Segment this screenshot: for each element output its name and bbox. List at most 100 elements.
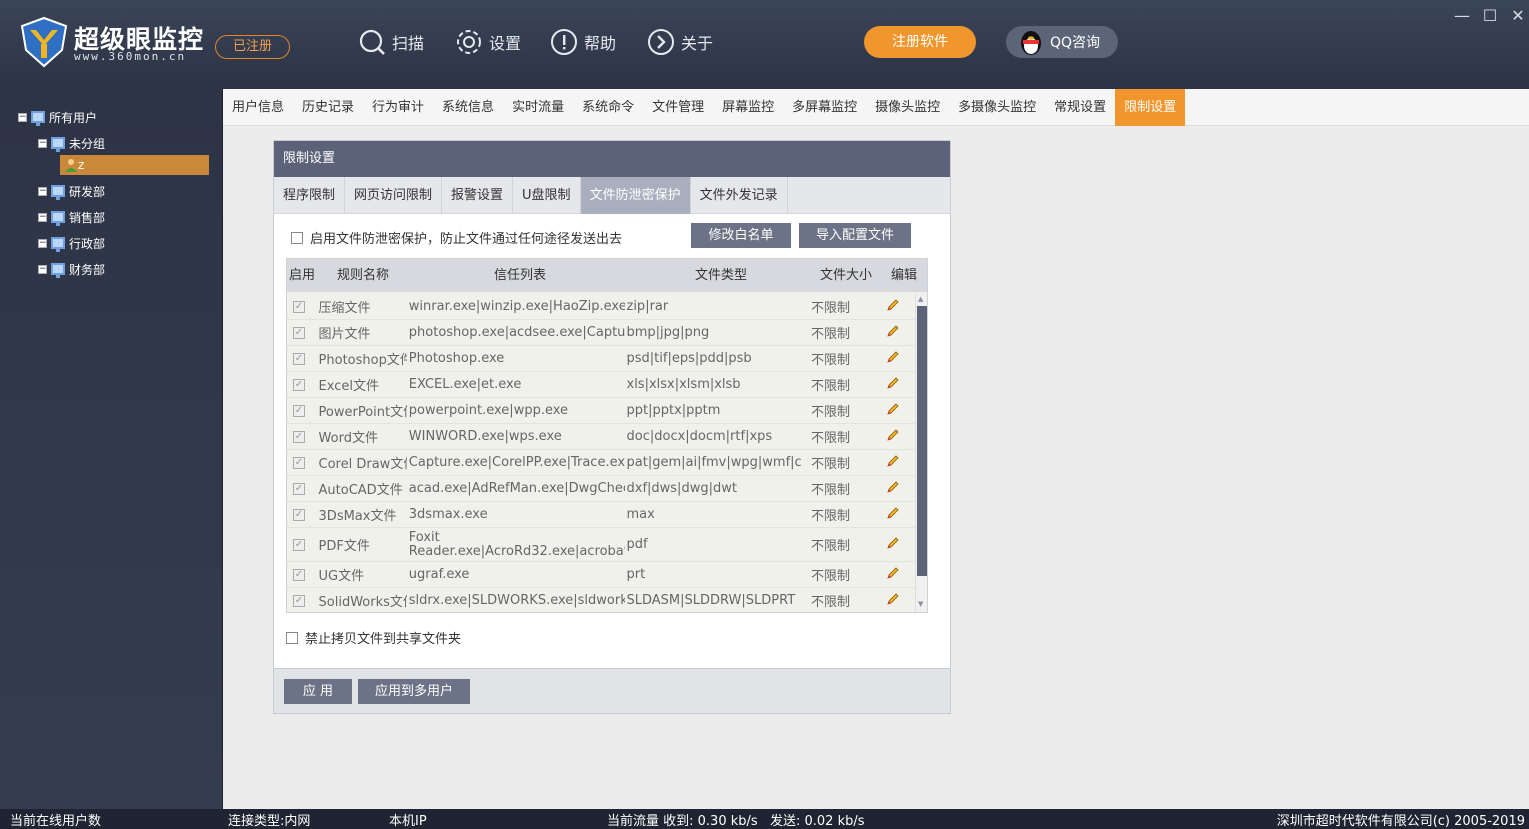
copyright: 深圳市超时代软件有限公司(c) 2005-2019 <box>1276 814 1525 829</box>
rule-enable-checkbox[interactable]: ✓ <box>293 508 305 521</box>
pencil-edit-icon[interactable] <box>886 480 900 494</box>
import-config-button[interactable]: 导入配置文件 <box>799 223 911 248</box>
sub-tab-3[interactable]: U盘限制 <box>513 177 581 214</box>
table-row[interactable]: ✓ Corel Draw文件 Capture.exe|CorelPP.exe|Tra… <box>287 450 915 476</box>
apply-to-multiple-users-button[interactable]: 应用到多用户 <box>358 679 470 704</box>
rule-enable-checkbox[interactable]: ✓ <box>293 352 305 365</box>
tree-node-user-z[interactable]: z <box>64 155 84 175</box>
settings-button[interactable]: 设置 <box>455 26 521 58</box>
rule-enable-checkbox[interactable]: ✓ <box>293 456 305 469</box>
maximize-button[interactable]: ☐ <box>1480 6 1500 26</box>
pencil-edit-icon[interactable] <box>886 536 900 550</box>
rule-enable-checkbox[interactable]: ✓ <box>293 538 305 551</box>
table-row[interactable]: ✓ Word文件 WINWORD.exe|wps.exe doc|docx|docm|… <box>287 424 915 450</box>
rule-enable-checkbox[interactable]: ✓ <box>293 300 305 313</box>
main-tab-8[interactable]: 多屏幕监控 <box>783 89 866 126</box>
rule-enable-checkbox[interactable]: ✓ <box>293 430 305 443</box>
local-ip-label: 本机IP <box>389 814 427 829</box>
scroll-down-icon[interactable]: ▼ <box>918 600 923 608</box>
pencil-edit-icon[interactable] <box>886 350 900 364</box>
table-row[interactable]: ✓ SolidWorks文件 sldrx.exe|SLDWORKS.exe|sldw… <box>287 588 915 612</box>
pencil-edit-icon[interactable] <box>886 566 900 580</box>
table-row[interactable]: ✓ 3DsMax文件 3dsmax.exe max 不限制 <box>287 502 915 528</box>
table-row[interactable]: ✓ AutoCAD文件 acad.exe|AdRefMan.exe|DwgCheck… <box>287 476 915 502</box>
about-button[interactable]: 关于 <box>647 26 713 58</box>
scroll-up-icon[interactable]: ▲ <box>918 295 923 303</box>
collapse-icon[interactable]: − <box>38 186 47 196</box>
tree-node-sales[interactable]: − 销售部 <box>38 207 105 227</box>
table-row[interactable]: ✓ PDF文件 Foxit Reader.exe|AcroRd32.exe|acro… <box>287 528 915 562</box>
pencil-edit-icon[interactable] <box>886 592 900 606</box>
rule-enable-checkbox[interactable]: ✓ <box>293 568 305 581</box>
sub-tab-2[interactable]: 报警设置 <box>442 177 514 214</box>
sub-tab-0[interactable]: 程序限制 <box>274 177 346 214</box>
tree-node-all-users[interactable]: − 所有用户 <box>18 107 97 127</box>
main-tab-4[interactable]: 实时流量 <box>503 89 573 126</box>
pencil-edit-icon[interactable] <box>886 454 900 468</box>
tree-node-admin[interactable]: − 行政部 <box>38 233 105 253</box>
main-tab-9[interactable]: 摄像头监控 <box>866 89 949 126</box>
pencil-edit-icon[interactable] <box>886 402 900 416</box>
scroll-thumb[interactable] <box>917 306 927 576</box>
main-tab-2[interactable]: 行为审计 <box>363 89 433 126</box>
scan-button[interactable]: 扫描 <box>358 26 424 58</box>
pencil-edit-icon[interactable] <box>886 298 900 312</box>
file-types: xls|xlsx|xlsm|xlsb <box>626 377 741 392</box>
table-row[interactable]: ✓ Photoshop文件 Photoshop.exe psd|tif|eps|pdd… <box>287 346 915 372</box>
close-button[interactable]: ✕ <box>1508 6 1528 26</box>
sub-tab-5[interactable]: 文件外发记录 <box>691 177 788 214</box>
table-row[interactable]: ✓ Excel文件 EXCEL.exe|et.exe xls|xlsx|xlsm|xl… <box>287 372 915 398</box>
main-tab-0[interactable]: 用户信息 <box>223 89 293 126</box>
file-size: 不限制 <box>811 539 851 554</box>
tree-label-all-users: 所有用户 <box>49 110 98 125</box>
pencil-edit-icon[interactable] <box>886 324 900 338</box>
table-row[interactable]: ✓ PowerPoint文件 powerpoint.exe|wpp.exe ppt|p… <box>287 398 915 424</box>
pencil-edit-icon[interactable] <box>886 376 900 390</box>
brand-url: www.360mon.cn <box>74 50 187 63</box>
main-tab-7[interactable]: 屏幕监控 <box>713 89 783 126</box>
no-share-copy-option[interactable]: 禁止拷贝文件到共享文件夹 <box>286 628 461 647</box>
collapse-icon[interactable]: − <box>38 212 47 222</box>
main-tab-6[interactable]: 文件管理 <box>643 89 713 126</box>
main-tab-3[interactable]: 系统信息 <box>433 89 503 126</box>
rule-enable-checkbox[interactable]: ✓ <box>293 378 305 391</box>
help-button[interactable]: 帮助 <box>550 26 616 58</box>
minimize-button[interactable]: — <box>1452 6 1472 26</box>
no-share-copy-checkbox[interactable] <box>286 631 298 644</box>
rule-enable-checkbox[interactable]: ✓ <box>293 594 305 607</box>
edit-whitelist-button[interactable]: 修改白名单 <box>691 223 791 248</box>
pencil-edit-icon[interactable] <box>886 506 900 520</box>
main-tab-1[interactable]: 历史记录 <box>293 89 363 126</box>
computer-icon <box>51 137 65 152</box>
enable-protection-checkbox[interactable] <box>291 231 303 244</box>
sub-tab-1[interactable]: 网页访问限制 <box>345 177 443 214</box>
apply-button[interactable]: 应 用 <box>284 679 352 704</box>
collapse-icon[interactable]: − <box>18 112 27 122</box>
tree-node-rd[interactable]: − 研发部 <box>38 181 105 201</box>
rule-enable-checkbox[interactable]: ✓ <box>293 404 305 417</box>
register-software-button[interactable]: 注册软件 <box>864 26 976 58</box>
pencil-edit-icon[interactable] <box>886 428 900 442</box>
main-tab-10[interactable]: 多摄像头监控 <box>949 89 1045 126</box>
tree-node-ungrouped[interactable]: − 未分组 <box>38 133 105 153</box>
collapse-icon[interactable]: − <box>38 264 47 274</box>
table-row[interactable]: ✓ 图片文件 photoshop.exe|acdsee.exe|Captur bmp|… <box>287 320 915 346</box>
main-tab-5[interactable]: 系统命令 <box>573 89 643 126</box>
table-row[interactable]: ✓ 压缩文件 winrar.exe|winzip.exe|HaoZip.exe zip… <box>287 294 915 320</box>
main-tab-12[interactable]: 限制设置 <box>1115 89 1186 126</box>
collapse-icon[interactable]: − <box>38 238 47 248</box>
file-types: doc|docx|docm|rtf|xps <box>626 429 773 444</box>
trust-list: Photoshop.exe <box>408 351 505 366</box>
vertical-scrollbar[interactable]: ▲ ▼ <box>915 294 927 612</box>
tree-node-finance[interactable]: − 财务部 <box>38 259 105 279</box>
table-row[interactable]: ✓ UG文件 ugraf.exe prt 不限制 <box>287 562 915 588</box>
file-size: 不限制 <box>811 509 851 524</box>
rule-enable-checkbox[interactable]: ✓ <box>293 482 305 495</box>
qq-consult-button[interactable]: QQ咨询 <box>1006 26 1118 58</box>
collapse-icon[interactable]: − <box>38 138 47 148</box>
tree-label-sales: 销售部 <box>69 210 106 225</box>
rule-enable-checkbox[interactable]: ✓ <box>293 326 305 339</box>
main-tab-11[interactable]: 常规设置 <box>1045 89 1115 126</box>
enable-protection-option[interactable]: 启用文件防泄密保护，防止文件通过任何途径发送出去 <box>291 228 622 247</box>
sub-tab-4[interactable]: 文件防泄密保护 <box>580 177 691 214</box>
